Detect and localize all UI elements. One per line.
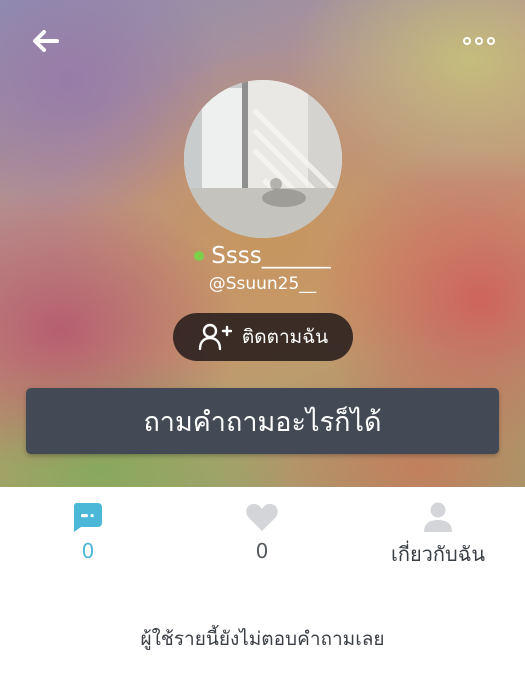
profile-header-background: Ssss______ @Ssuun25__ ติดตามฉัน ถามคำถาม… [0,0,525,487]
chat-bubble-icon [73,503,102,532]
tab-about[interactable]: เกี่ยวกับฉัน [368,500,508,570]
person-add-icon [198,323,232,351]
more-options-button[interactable] [454,28,504,54]
follow-button-label: ติดตามฉัน [241,326,329,348]
avatar-photo [184,80,342,238]
ask-question-button[interactable]: ถามคำถามอะไรก็ได้ [26,388,499,454]
person-icon [424,502,452,532]
heart-icon [246,504,278,531]
back-button[interactable] [28,26,64,56]
profile-name-row: Ssss______ [0,240,525,272]
avatar[interactable] [184,80,342,238]
more-options-icon [475,37,483,45]
tab-likes[interactable]: 0 [222,500,302,570]
likes-count: 0 [255,539,269,563]
ask-question-label: ถามคำถามอะไรก็ได้ [143,406,382,438]
display-name: Ssss______ [211,243,331,269]
about-me-label: เกี่ยวกับฉัน [391,542,485,566]
online-status-dot [194,251,205,261]
more-options-icon [463,37,471,45]
follow-button[interactable]: ติดตามฉัน [173,313,353,361]
username: @Ssuun25__ [208,274,317,294]
tab-answers[interactable]: 0 [48,500,128,570]
arrow-left-icon [33,30,59,52]
answers-count: 0 [81,539,95,563]
empty-state-message: ผู้ใช้รายนี้ยังไม่ตอบคำถามเลย [140,628,385,650]
more-options-icon [487,37,495,45]
